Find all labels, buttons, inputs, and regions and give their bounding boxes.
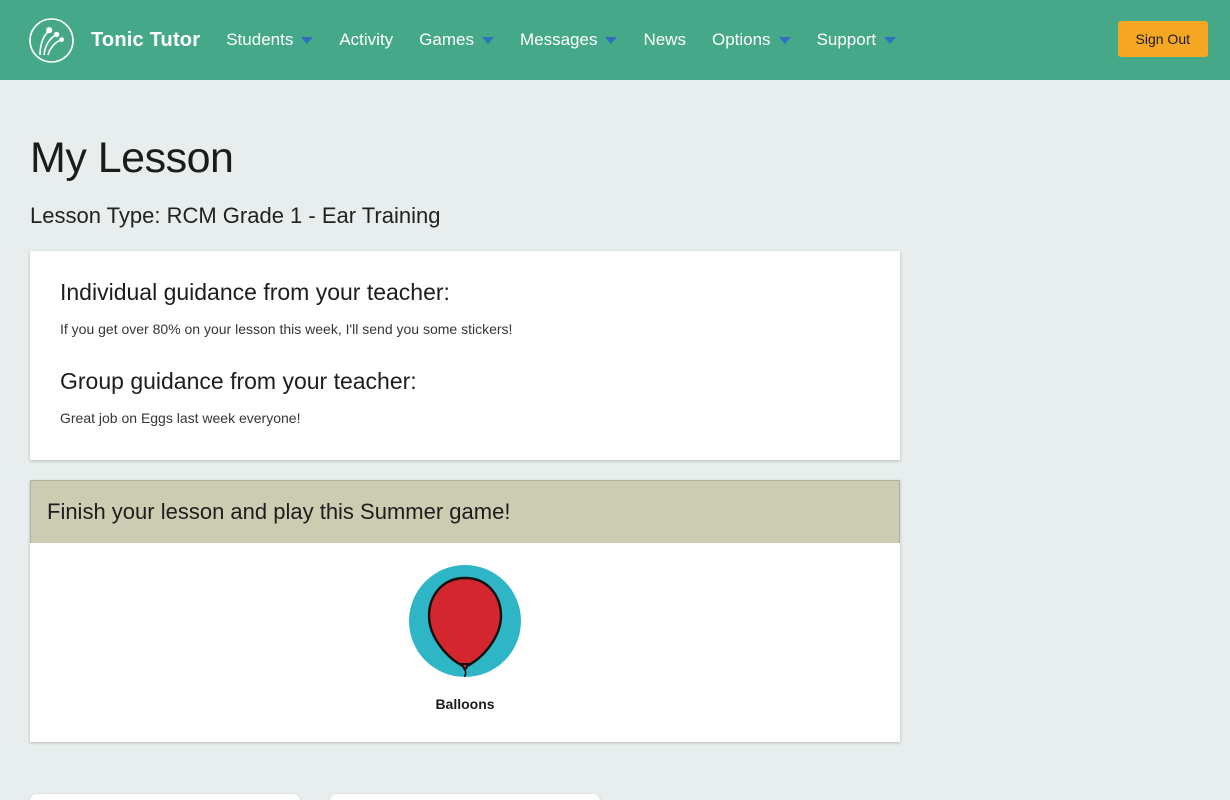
lesson-panel-right[interactable] — [330, 794, 600, 800]
chevron-down-icon — [605, 37, 617, 44]
nav-item-activity[interactable]: Activity — [339, 24, 393, 56]
tonic-tutor-logo-icon[interactable] — [28, 17, 75, 64]
group-guidance-text: Great job on Eggs last week everyone! — [60, 410, 870, 426]
game-promo-body: Balloons — [30, 543, 900, 742]
chevron-down-icon — [779, 37, 791, 44]
bottom-panels-row — [30, 794, 1200, 800]
nav-item-label: Games — [419, 30, 474, 50]
lesson-type-subtitle: Lesson Type: RCM Grade 1 - Ear Training — [30, 203, 1200, 229]
nav-item-students[interactable]: Students — [226, 24, 313, 56]
nav-items: Students Activity Games Messages News Op… — [226, 24, 922, 56]
individual-guidance-text: If you get over 80% on your lesson this … — [60, 321, 870, 337]
chevron-down-icon — [482, 37, 494, 44]
nav-item-label: Messages — [520, 30, 597, 50]
group-guidance-heading: Group guidance from your teacher: — [60, 368, 870, 395]
page-content: My Lesson Lesson Type: RCM Grade 1 - Ear… — [0, 136, 1230, 800]
nav-item-label: Activity — [339, 30, 393, 50]
nav-item-label: News — [643, 30, 686, 50]
sign-out-button[interactable]: Sign Out — [1118, 21, 1208, 57]
page-title: My Lesson — [30, 136, 1200, 181]
game-promo-banner-text: Finish your lesson and play this Summer … — [47, 499, 510, 524]
balloon-icon[interactable] — [409, 565, 521, 682]
nav-item-games[interactable]: Games — [419, 24, 494, 56]
lesson-panel-left[interactable] — [30, 794, 300, 800]
brand-name[interactable]: Tonic Tutor — [91, 29, 200, 52]
nav-item-label: Students — [226, 30, 293, 50]
game-promo-card: Finish your lesson and play this Summer … — [30, 480, 900, 742]
teacher-guidance-card: Individual guidance from your teacher: I… — [30, 251, 900, 460]
top-navigation-bar: Tonic Tutor Students Activity Games Mess… — [0, 0, 1230, 80]
chevron-down-icon — [301, 37, 313, 44]
nav-item-news[interactable]: News — [643, 24, 686, 56]
nav-item-options[interactable]: Options — [712, 24, 791, 56]
nav-item-label: Options — [712, 30, 771, 50]
game-tile-balloons[interactable]: Balloons — [409, 565, 521, 712]
nav-item-messages[interactable]: Messages — [520, 24, 617, 56]
game-promo-banner: Finish your lesson and play this Summer … — [30, 480, 900, 543]
nav-item-label: Support — [817, 30, 877, 50]
game-tile-label: Balloons — [409, 696, 521, 712]
chevron-down-icon — [884, 37, 896, 44]
individual-guidance-heading: Individual guidance from your teacher: — [60, 279, 870, 306]
nav-item-support[interactable]: Support — [817, 24, 897, 56]
